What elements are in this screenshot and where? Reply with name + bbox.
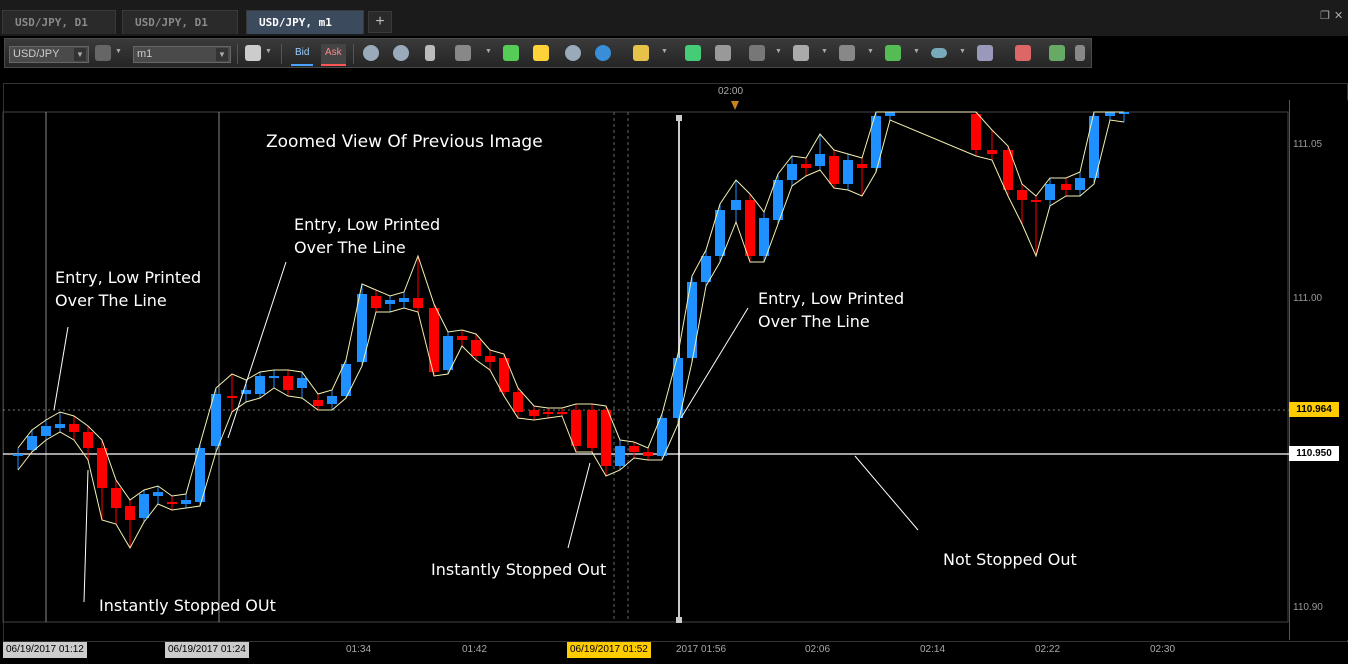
candle-body (41, 426, 51, 436)
candle-body (111, 488, 121, 508)
candle-body (1031, 200, 1041, 202)
candle-body (181, 500, 191, 504)
pointer-line-2 (227, 261, 287, 439)
candle-body (857, 164, 867, 168)
candle-body (327, 396, 337, 404)
candle-body (557, 412, 567, 414)
current-price-tag: 110.964 (1289, 402, 1339, 417)
candle-body (759, 218, 769, 256)
candle-body (1017, 190, 1027, 200)
candle-body (371, 296, 381, 308)
candle-body (643, 452, 653, 456)
candle-body (269, 376, 279, 378)
candle-body (443, 336, 453, 370)
candle-body (485, 356, 495, 362)
candle-body (745, 200, 755, 256)
candle-body (1075, 178, 1085, 190)
y-tick-label: 110.90 (1293, 602, 1323, 613)
candle-body (399, 298, 409, 302)
candlestick-chart[interactable] (0, 0, 1348, 664)
candle-body (167, 502, 177, 504)
candle-body (1045, 184, 1055, 200)
annotation-entry-3: Entry, Low Printed Over The Line (758, 289, 905, 331)
candle-body (543, 412, 553, 414)
candle-body (843, 160, 853, 184)
candle-body (701, 256, 711, 282)
candle-body (815, 154, 825, 166)
x-tick-label-partial: 2017 01:56 (676, 644, 727, 655)
x-tick-label: 02:22 (1035, 644, 1061, 655)
x-tick-label: 01:34 (346, 644, 372, 655)
annotation-stopped-1: Instantly Stopped OUt (99, 596, 276, 615)
plot-border (2, 111, 1289, 623)
candle-body (313, 400, 323, 406)
candle-body (731, 200, 741, 210)
candle-body (283, 376, 293, 390)
candle-body (629, 446, 639, 452)
candle-body (457, 336, 467, 340)
candle-body (885, 112, 895, 116)
x-tick-label: 02:06 (805, 644, 831, 655)
x-tick-label: 02:30 (1150, 644, 1176, 655)
candle-body (125, 506, 135, 520)
line-price-tag: 110.950 (1289, 446, 1339, 461)
candle-body (1105, 112, 1115, 116)
candle-body (385, 300, 395, 304)
candle-body (27, 436, 37, 450)
chart-title-annotation: Zoomed View Of Previous Image (266, 132, 543, 152)
lower-envelope-line (17, 119, 1125, 550)
pointer-line-5 (567, 462, 591, 549)
candle-body (471, 340, 481, 356)
candle-body (297, 378, 307, 388)
pointer-line-4 (83, 469, 89, 603)
envelope-lines (17, 111, 1125, 550)
x-time-tag-2: 06/19/2017 01:24 (165, 642, 249, 658)
crosshair-handle-bottom (676, 617, 682, 623)
candles-group (13, 112, 1129, 548)
x-tick-label: 02:14 (920, 644, 946, 655)
candle-body (601, 410, 611, 466)
candle-body (55, 424, 65, 428)
candle-body (529, 410, 539, 416)
candle-body (97, 448, 107, 488)
y-tick-label: 111.00 (1293, 293, 1323, 304)
candle-body (255, 376, 265, 394)
candle-body (69, 424, 79, 432)
candle-body (787, 164, 797, 180)
candle-body (83, 432, 93, 448)
candle-body (571, 410, 581, 446)
candle-body (13, 454, 23, 456)
pointer-line-1 (53, 326, 69, 411)
pointer-line-6 (854, 455, 919, 531)
candle-body (801, 164, 811, 168)
candle-body (587, 410, 597, 448)
x-time-tag-current: 06/19/2017 01:52 (567, 642, 651, 658)
candle-body (971, 114, 981, 150)
candle-body (227, 396, 237, 398)
annotation-stopped-2: Instantly Stopped Out (431, 560, 607, 579)
candle-body (139, 494, 149, 518)
time-marker-icon (731, 101, 739, 110)
annotation-entry-2: Entry, Low Printed Over The Line (294, 215, 441, 257)
candle-body (1061, 184, 1071, 190)
y-tick-label: 111.05 (1293, 139, 1323, 150)
candle-body (153, 492, 163, 496)
candle-body (615, 446, 625, 466)
candle-body (413, 298, 423, 308)
annotation-entry-1: Entry, Low Printed Over The Line (55, 268, 202, 310)
crosshair-handle-top (676, 115, 682, 121)
x-time-tag-1: 06/19/2017 01:12 (3, 642, 87, 658)
x-tick-label: 01:42 (462, 644, 488, 655)
candle-body (987, 150, 997, 154)
annotation-not-stopped: Not Stopped Out (943, 550, 1077, 569)
candle-body (829, 156, 839, 184)
candle-body (513, 392, 523, 412)
